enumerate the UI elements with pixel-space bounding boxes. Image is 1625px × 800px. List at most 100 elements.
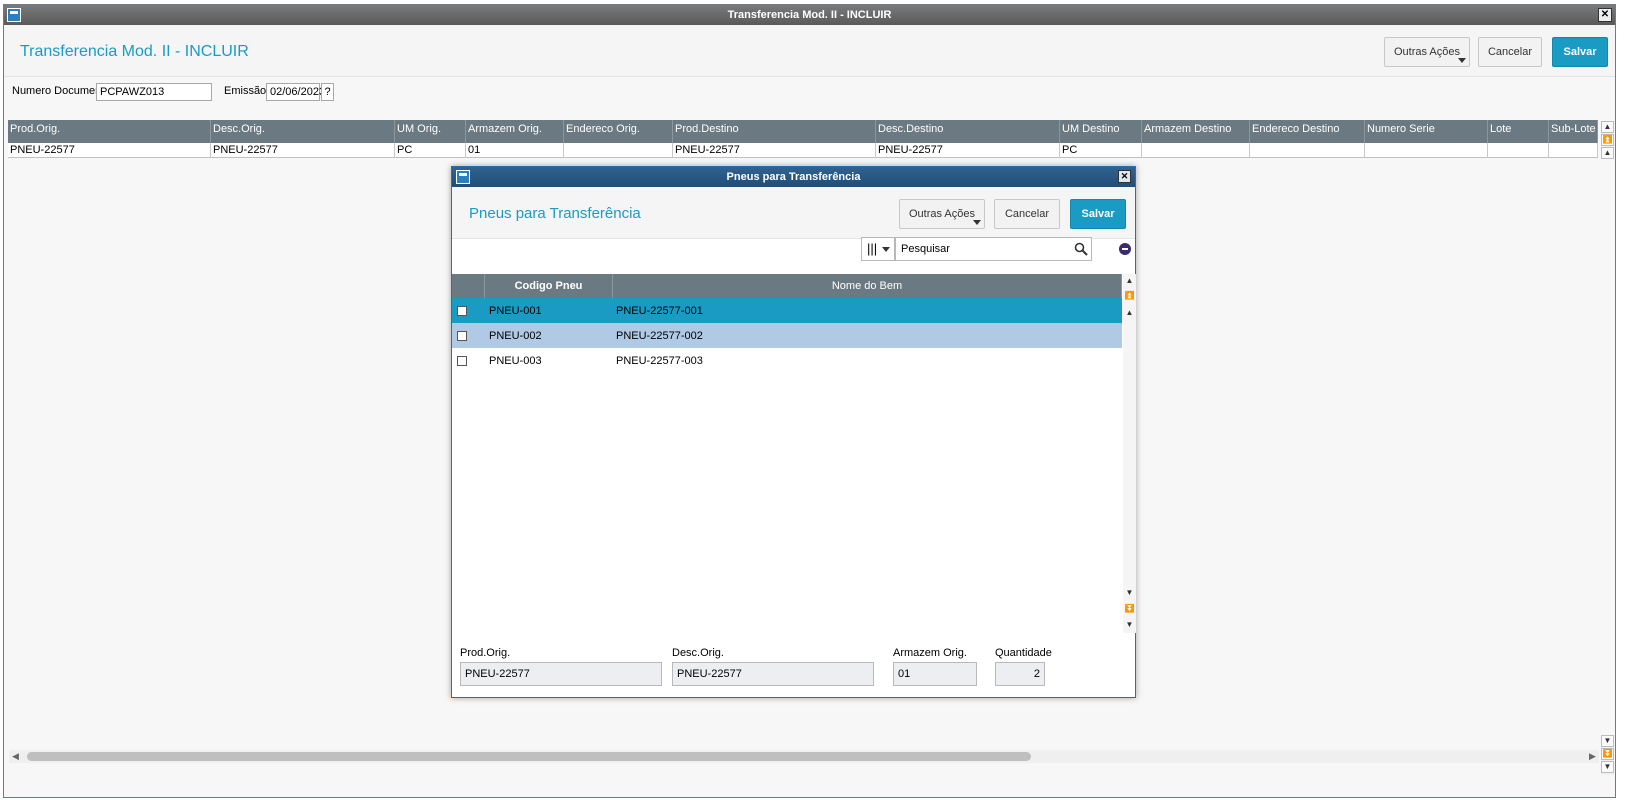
grid-header: Prod.Orig. Desc.Orig. UM Orig. Armazem O… <box>8 120 1598 143</box>
cell-numero-serie <box>1365 143 1488 158</box>
chevron-down-icon <box>882 247 890 252</box>
col-codigo-pneu[interactable]: Codigo Pneu <box>485 274 613 298</box>
more-actions-button[interactable]: Outras Ações <box>1384 37 1470 67</box>
cell-prod-destino: PNEU-22577 <box>673 143 876 158</box>
scroll-up-icon[interactable]: ▲ <box>1601 147 1614 159</box>
issue-date-label: Emissão <box>224 85 267 97</box>
col-desc-destino[interactable]: Desc.Destino <box>876 120 1060 143</box>
grid-vscroll-bottom: ▼ ⏬ ▼ <box>1601 735 1614 775</box>
col-armazem-destino[interactable]: Armazem Destino <box>1142 120 1250 143</box>
col-desc-orig[interactable]: Desc.Orig. <box>211 120 395 143</box>
cell-armazem-orig: 01 <box>466 143 564 158</box>
col-nome-bem[interactable]: Nome do Bem <box>613 274 1122 298</box>
quantity-field[interactable]: 2 <box>995 662 1045 686</box>
scroll-page-down-icon[interactable]: ⏬ <box>1601 748 1614 760</box>
scroll-down-icon[interactable]: ▼ <box>1123 588 1136 600</box>
scroll-top-icon[interactable]: ▲ <box>1601 121 1614 133</box>
scroll-page-up-icon[interactable]: ⏫ <box>1123 291 1136 303</box>
columns-icon: ||| <box>867 241 878 256</box>
dialog-grid-header: Codigo Pneu Nome do Bem <box>452 274 1122 298</box>
scroll-up-icon[interactable]: ▲ <box>1123 308 1136 320</box>
dialog-grid-vscroll: ▲ ⏫ ▲ ▼ ⏬ ▼ <box>1123 274 1136 633</box>
col-lote[interactable]: Lote <box>1488 120 1549 143</box>
tires-dialog: Pneus para Transferência ✕ Pneus para Tr… <box>451 166 1136 698</box>
col-armazem-orig[interactable]: Armazem Orig. <box>466 120 564 143</box>
window-close-button[interactable]: ✕ <box>1598 8 1612 22</box>
col-numero-serie[interactable]: Numero Serie <box>1365 120 1488 143</box>
cell-um-orig: PC <box>395 143 466 158</box>
doc-number-field[interactable]: PCPAWZ013 <box>96 83 212 101</box>
dialog-close-button[interactable]: ✕ <box>1118 170 1131 183</box>
window-icon <box>7 8 21 22</box>
dialog-window-icon <box>456 170 470 184</box>
col-sub-lote[interactable]: Sub-Lote <box>1549 120 1598 143</box>
cell-endereco-destino <box>1250 143 1365 158</box>
desc-orig-field[interactable]: PNEU-22577 <box>672 662 874 686</box>
columns-button[interactable]: ||| <box>861 237 895 261</box>
cell-prod-orig: PNEU-22577 <box>8 143 211 158</box>
row-checkbox[interactable] <box>457 356 467 366</box>
cell-nome: PNEU-22577-001 <box>616 305 703 317</box>
scroll-page-down-icon[interactable]: ⏬ <box>1123 604 1136 616</box>
col-endereco-orig[interactable]: Endereco Orig. <box>564 120 673 143</box>
armazem-orig-field[interactable]: 01 <box>893 662 977 686</box>
scroll-right-icon[interactable]: ▶ <box>1586 750 1599 763</box>
scroll-bottom-icon[interactable]: ▼ <box>1601 761 1614 773</box>
cell-sub-lote <box>1549 143 1598 158</box>
dialog-titlebar: Pneus para Transferência ✕ <box>452 167 1135 187</box>
chevron-down-icon <box>973 220 981 225</box>
desc-orig-label: Desc.Orig. <box>672 647 724 659</box>
col-um-orig[interactable]: UM Orig. <box>395 120 466 143</box>
cell-nome: PNEU-22577-002 <box>616 330 703 342</box>
prod-orig-field[interactable]: PNEU-22577 <box>460 662 662 686</box>
horizontal-scrollbar[interactable]: ◀ ▶ <box>9 750 1599 763</box>
scrollbar-thumb[interactable] <box>27 752 1031 761</box>
chevron-down-icon <box>1458 58 1466 63</box>
search-input[interactable]: Pesquisar <box>895 237 1092 261</box>
dialog-title: Pneus para Transferência <box>726 171 861 183</box>
col-prod-orig[interactable]: Prod.Orig. <box>8 120 211 143</box>
filter-icon[interactable] <box>1119 243 1131 255</box>
search-icon[interactable] <box>1074 242 1088 256</box>
dialog-more-actions-button[interactable]: Outras Ações <box>899 199 985 229</box>
cancel-button[interactable]: Cancelar <box>1478 37 1542 67</box>
scroll-down-icon[interactable]: ▼ <box>1601 735 1614 747</box>
table-row[interactable]: PNEU-001 PNEU-22577-001 <box>452 298 1122 323</box>
col-select[interactable] <box>452 274 485 298</box>
scroll-bottom-icon[interactable]: ▼ <box>1123 620 1136 632</box>
row-checkbox[interactable] <box>457 306 467 316</box>
row-checkbox[interactable] <box>457 331 467 341</box>
cell-codigo: PNEU-003 <box>489 355 542 367</box>
cell-lote <box>1488 143 1549 158</box>
date-help-button[interactable]: ? <box>321 83 334 101</box>
quantity-label: Quantidade <box>995 647 1052 659</box>
dialog-save-button[interactable]: Salvar <box>1070 199 1126 229</box>
cell-codigo: PNEU-001 <box>489 305 542 317</box>
issue-date-field[interactable]: 02/06/2023 <box>266 83 325 101</box>
page-title: Transferencia Mod. II - INCLUIR <box>20 43 249 60</box>
cell-desc-orig: PNEU-22577 <box>211 143 395 158</box>
save-button[interactable]: Salvar <box>1552 37 1608 67</box>
col-endereco-destino[interactable]: Endereco Destino <box>1250 120 1365 143</box>
table-row[interactable]: PNEU-22577 PNEU-22577 PC 01 PNEU-22577 P… <box>8 143 1598 158</box>
scroll-top-icon[interactable]: ▲ <box>1123 276 1136 288</box>
cell-desc-destino: PNEU-22577 <box>876 143 1060 158</box>
scroll-page-up-icon[interactable]: ⏫ <box>1601 134 1614 146</box>
col-prod-destino[interactable]: Prod.Destino <box>673 120 876 143</box>
table-row[interactable]: PNEU-003 PNEU-22577-003 <box>452 348 1122 373</box>
cell-endereco-orig <box>564 143 673 158</box>
document-form: Numero Documento PCPAWZ013 Emissão 02/06… <box>8 81 608 101</box>
prod-orig-label: Prod.Orig. <box>460 647 511 659</box>
cell-codigo: PNEU-002 <box>489 330 542 342</box>
window-title: Transferencia Mod. II - INCLUIR <box>727 9 892 21</box>
cell-armazem-destino <box>1142 143 1250 158</box>
scroll-left-icon[interactable]: ◀ <box>9 750 22 763</box>
dialog-more-actions-label: Outras Ações <box>908 208 976 220</box>
col-um-destino[interactable]: UM Destino <box>1060 120 1142 143</box>
armazem-orig-label: Armazem Orig. <box>893 647 967 659</box>
window-titlebar: Transferencia Mod. II - INCLUIR ✕ <box>4 5 1615 25</box>
cell-nome: PNEU-22577-003 <box>616 355 703 367</box>
table-row[interactable]: PNEU-002 PNEU-22577-002 <box>452 323 1122 348</box>
dialog-heading: Pneus para Transferência <box>469 205 641 222</box>
dialog-cancel-button[interactable]: Cancelar <box>994 199 1060 229</box>
